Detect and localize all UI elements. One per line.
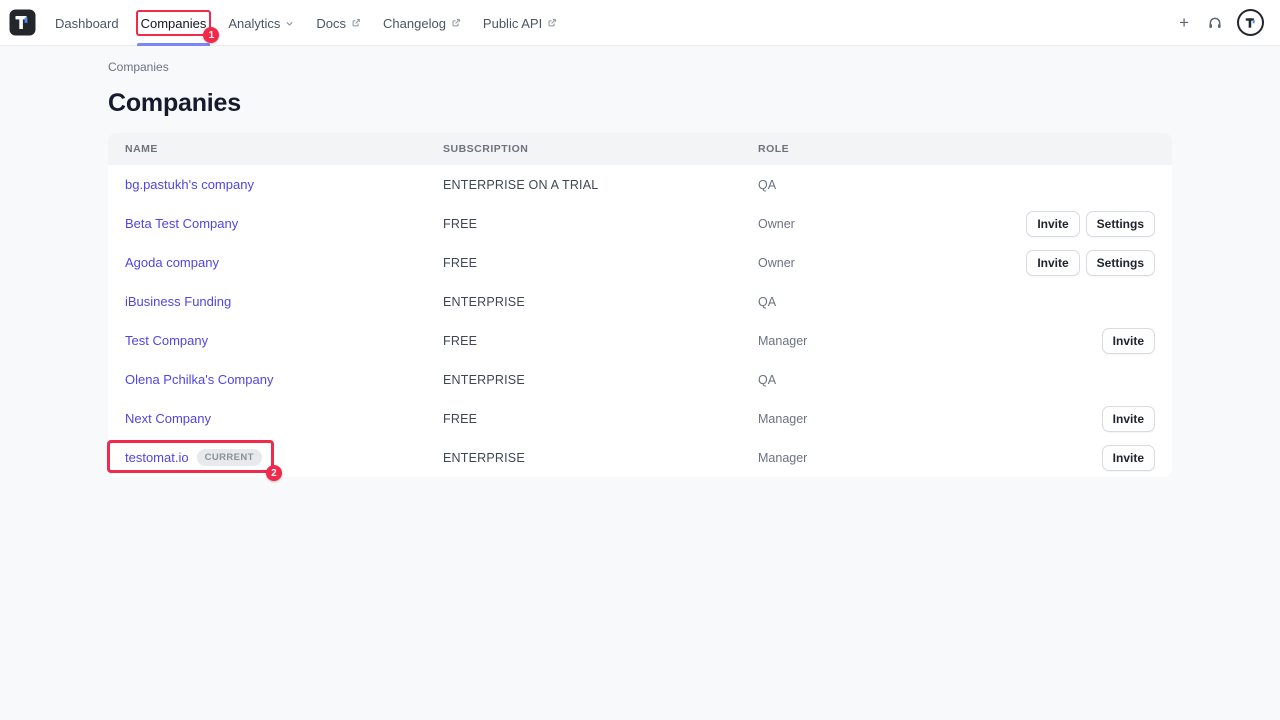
- table-row: bg.pastukh's company ENTERPRISE ON A TRI…: [108, 165, 1172, 204]
- company-link[interactable]: Next Company: [125, 411, 211, 426]
- settings-button[interactable]: Settings: [1086, 250, 1155, 276]
- role-value: Owner: [758, 217, 795, 231]
- invite-button[interactable]: Invite: [1102, 406, 1155, 432]
- current-company-cell: testomat.io CURRENT 2: [125, 449, 262, 466]
- subscription-value: ENTERPRISE: [443, 295, 758, 309]
- active-tab-underline: [137, 43, 211, 46]
- subscription-value: FREE: [443, 217, 758, 231]
- current-badge: CURRENT: [197, 449, 262, 466]
- table-header-row: NAME SUBSCRIPTION ROLE: [108, 133, 1172, 165]
- external-link-icon: [351, 18, 361, 28]
- add-button[interactable]: +: [1175, 12, 1193, 33]
- top-navigation-bar: Dashboard Companies 1 Analytics Docs Cha…: [0, 0, 1280, 46]
- nav-label: Changelog: [383, 16, 446, 31]
- avatar-logo-icon: [1244, 16, 1258, 30]
- annotation-step-badge: 2: [266, 465, 282, 481]
- page-title: Companies: [108, 89, 1172, 118]
- role-value: QA: [758, 373, 776, 387]
- subscription-value: ENTERPRISE ON A TRIAL: [443, 178, 758, 192]
- role-value: QA: [758, 295, 776, 309]
- subscription-value: ENTERPRISE: [443, 451, 758, 465]
- company-link[interactable]: Beta Test Company: [125, 216, 238, 231]
- table-row: iBusiness Funding ENTERPRISE QA: [108, 282, 1172, 321]
- companies-table: NAME SUBSCRIPTION ROLE bg.pastukh's comp…: [108, 133, 1172, 477]
- settings-button[interactable]: Settings: [1086, 211, 1155, 237]
- nav-item-public-api[interactable]: Public API: [472, 0, 568, 46]
- nav-item-analytics[interactable]: Analytics: [217, 0, 305, 46]
- column-header-subscription: SUBSCRIPTION: [443, 143, 758, 155]
- company-link[interactable]: bg.pastukh's company: [125, 177, 254, 192]
- role-value: Owner: [758, 256, 795, 270]
- role-value: QA: [758, 178, 776, 192]
- company-link[interactable]: Agoda company: [125, 255, 219, 270]
- nav-label: Docs: [316, 16, 346, 31]
- invite-button[interactable]: Invite: [1102, 328, 1155, 354]
- column-header-name: NAME: [125, 143, 443, 155]
- company-link[interactable]: Test Company: [125, 333, 208, 348]
- support-headset-icon[interactable]: [1207, 15, 1223, 31]
- table-row: Olena Pchilka's Company ENTERPRISE QA: [108, 360, 1172, 399]
- main-content: Companies Companies NAME SUBSCRIPTION RO…: [108, 60, 1172, 477]
- company-link[interactable]: testomat.io: [125, 450, 189, 465]
- testomat-logo-icon: [9, 9, 36, 36]
- nav-item-changelog[interactable]: Changelog: [372, 0, 472, 46]
- invite-button[interactable]: Invite: [1102, 445, 1155, 471]
- subscription-value: FREE: [443, 256, 758, 270]
- role-value: Manager: [758, 451, 807, 465]
- table-row: Agoda company FREE Owner Invite Settings: [108, 243, 1172, 282]
- nav-label: Companies: [141, 16, 207, 31]
- company-link[interactable]: iBusiness Funding: [125, 294, 231, 309]
- table-row: Test Company FREE Manager Invite: [108, 321, 1172, 360]
- company-link[interactable]: Olena Pchilka's Company: [125, 372, 273, 387]
- nav-label: Public API: [483, 16, 542, 31]
- table-row: Next Company FREE Manager Invite: [108, 399, 1172, 438]
- nav-item-dashboard[interactable]: Dashboard: [44, 0, 130, 46]
- nav-label: Dashboard: [55, 16, 119, 31]
- subscription-value: FREE: [443, 412, 758, 426]
- user-avatar[interactable]: [1237, 9, 1264, 36]
- breadcrumb: Companies: [108, 60, 1172, 74]
- table-row-current-company: testomat.io CURRENT 2 ENTERPRISE Manager…: [108, 438, 1172, 477]
- topbar-right-actions: +: [1175, 9, 1264, 36]
- role-value: Manager: [758, 334, 807, 348]
- role-value: Manager: [758, 412, 807, 426]
- column-header-role: ROLE: [758, 143, 1155, 155]
- external-link-icon: [547, 18, 557, 28]
- external-link-icon: [451, 18, 461, 28]
- breadcrumb-item-companies[interactable]: Companies: [108, 60, 169, 74]
- subscription-value: ENTERPRISE: [443, 373, 758, 387]
- invite-button[interactable]: Invite: [1026, 250, 1079, 276]
- app-logo[interactable]: [8, 9, 36, 37]
- subscription-value: FREE: [443, 334, 758, 348]
- main-nav: Dashboard Companies 1 Analytics Docs Cha…: [44, 0, 568, 45]
- nav-item-companies[interactable]: Companies 1: [130, 0, 218, 46]
- nav-label: Analytics: [228, 16, 280, 31]
- invite-button[interactable]: Invite: [1026, 211, 1079, 237]
- chevron-down-icon: [285, 19, 294, 28]
- nav-item-docs[interactable]: Docs: [305, 0, 372, 46]
- table-row: Beta Test Company FREE Owner Invite Sett…: [108, 204, 1172, 243]
